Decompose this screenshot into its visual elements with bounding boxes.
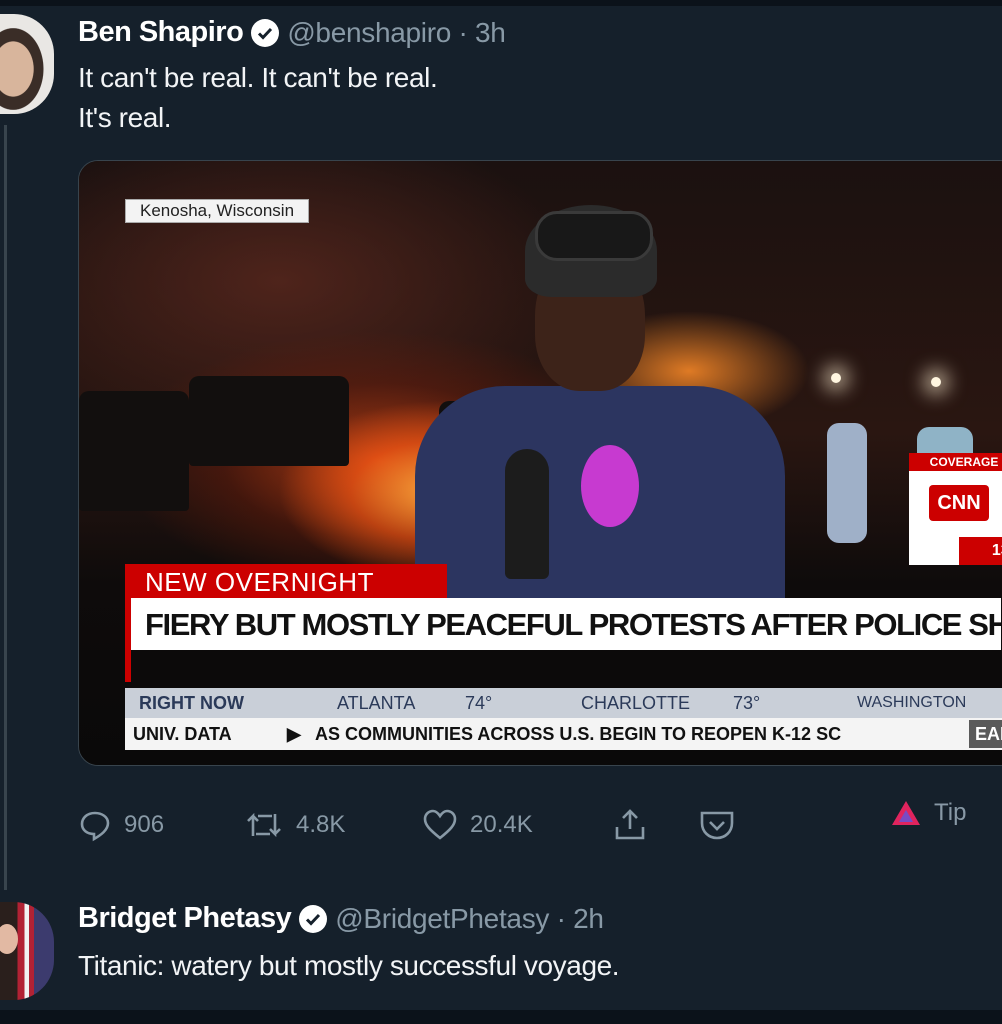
tip-icon <box>890 798 922 828</box>
author-name[interactable]: Bridget Phetasy <box>78 902 292 935</box>
retweet-icon <box>244 808 284 842</box>
chyron-headline: FIERY BUT MOSTLY PEACEFUL PROTESTS AFTER… <box>131 598 1001 650</box>
chyron-label: NEW OVERNIGHT <box>125 564 447 598</box>
author-handle-time[interactable]: @benshapiro · 3h <box>287 17 506 49</box>
respirator-mask <box>581 445 639 527</box>
retweet-count: 4.8K <box>296 811 346 838</box>
heart-icon <box>422 808 458 842</box>
top-frame-edge <box>0 0 1002 6</box>
ticker-news-text: AS COMMUNITIES ACROSS U.S. BEGIN TO REOP… <box>315 724 842 744</box>
news-ticker: UNIV. DATA ▶ AS COMMUNITIES ACROSS U.S. … <box>125 718 1002 750</box>
bystander-figure <box>827 423 867 543</box>
pocket-icon <box>698 807 736 843</box>
reply-count: 906 <box>124 811 165 838</box>
tip-label: Tip <box>934 799 967 826</box>
tweet1-header: Ben Shapiro @benshapiro · 3h <box>78 16 506 49</box>
cnn-bug: COVERAGE CNN 13: <box>909 453 1002 565</box>
broadcast-clock: 13: <box>959 537 1002 565</box>
author-name[interactable]: Ben Shapiro <box>78 16 244 49</box>
tip-button[interactable]: Tip <box>890 788 966 838</box>
tweet1-text: It can't be real. It can't be real. It's… <box>78 58 438 138</box>
tweet2-text: Titanic: watery but mostly successful vo… <box>78 950 620 981</box>
verified-badge-icon <box>299 904 328 933</box>
tweet-media-image[interactable]: Kenosha, Wisconsin COVERAGE CNN 13: NEW … <box>78 160 1002 766</box>
avatar-ben-shapiro[interactable] <box>0 14 54 114</box>
burnt-car <box>79 391 189 511</box>
tweet1-line2: It's real. <box>78 102 172 133</box>
ticker-news-label: UNIV. DATA <box>133 724 232 744</box>
street-light <box>831 373 841 383</box>
ticker-city: WASHINGTON <box>857 694 967 711</box>
avatar-face <box>0 924 18 954</box>
like-button[interactable]: 20.4K <box>422 800 533 850</box>
tweet-actions-bar: 906 4.8K 20.4K Tip <box>78 799 978 850</box>
thread-connector-line <box>4 125 7 890</box>
tweet2-header: Bridget Phetasy @BridgetPhetasy · 2h <box>78 902 604 935</box>
ticker-city: CHARLOTTE <box>581 693 691 713</box>
reply-button[interactable]: 906 <box>78 800 164 850</box>
burnt-car <box>189 376 349 466</box>
coverage-label: COVERAGE <box>909 453 1002 471</box>
author-handle-time[interactable]: @BridgetPhetasy · 2h <box>335 903 604 935</box>
location-tag: Kenosha, Wisconsin <box>125 199 310 223</box>
share-button[interactable] <box>612 800 648 850</box>
reply-icon <box>78 808 112 842</box>
ticker-right-now: RIGHT NOW <box>139 693 244 713</box>
street-light <box>931 377 941 387</box>
ticker-temp: 74° <box>465 693 493 713</box>
retweet-button[interactable]: 4.8K <box>244 800 345 850</box>
ticker-temp: 73° <box>733 693 761 713</box>
play-triangle-icon: ▶ <box>287 724 301 744</box>
cnn-logo: CNN <box>929 485 989 521</box>
bottom-frame-edge <box>0 1010 1002 1024</box>
reporter-goggles <box>535 211 653 261</box>
weather-ticker: RIGHT NOW ATLANTA 74° CHARLOTTE 73° WASH… <box>125 688 1002 718</box>
verified-badge-icon <box>251 18 280 47</box>
like-count: 20.4K <box>470 811 533 838</box>
microphone <box>505 449 549 579</box>
ticker-city: ATLANTA <box>337 693 416 713</box>
tweet1-line1: It can't be real. It can't be real. <box>78 62 438 93</box>
ticker-tail: EAR <box>968 720 1002 748</box>
avatar-bridget-phetasy[interactable] <box>0 902 54 1000</box>
share-icon <box>612 807 648 843</box>
pocket-save-button[interactable] <box>698 800 736 850</box>
